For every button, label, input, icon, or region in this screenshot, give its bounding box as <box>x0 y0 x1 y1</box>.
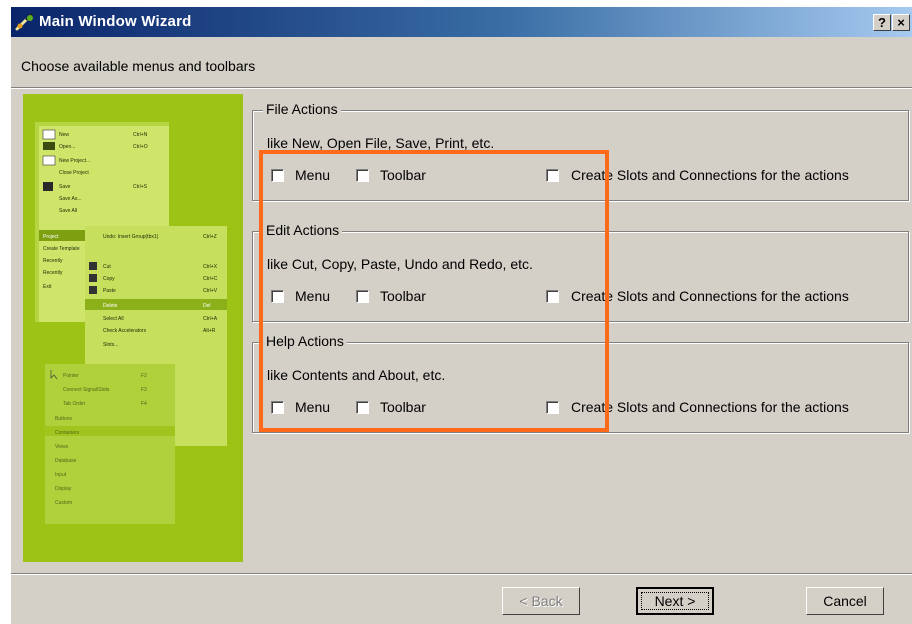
close-button[interactable]: × <box>892 14 910 31</box>
svg-text:Ctrl+N: Ctrl+N <box>133 132 148 138</box>
svg-text:Save All: Save All <box>59 208 77 214</box>
header-divider <box>11 87 912 89</box>
svg-text:Check Accelerators: Check Accelerators <box>103 328 147 334</box>
svg-text:Containers: Containers <box>55 430 80 436</box>
help-slots-label[interactable]: Create Slots and Connections for the act… <box>571 399 849 415</box>
svg-text:F2: F2 <box>141 373 147 379</box>
svg-text:Connect Signal/Slots: Connect Signal/Slots <box>63 387 110 393</box>
footer-divider <box>11 573 912 575</box>
edit-toolbar-checkbox[interactable] <box>356 290 369 303</box>
svg-text:Pointer: Pointer <box>63 373 79 379</box>
svg-text:Close Project: Close Project <box>59 170 89 176</box>
wizard-window: Main Window Wizard ? × Choose available … <box>10 6 912 624</box>
file-actions-group: File Actions like New, Open File, Save, … <box>252 101 909 201</box>
svg-text:Tab Order: Tab Order <box>63 401 86 407</box>
svg-text:Undo: Insert Group(tbx1): Undo: Insert Group(tbx1) <box>103 234 159 240</box>
svg-text:Delete: Delete <box>103 303 118 309</box>
svg-text:Custom: Custom <box>55 500 72 506</box>
help-actions-group: Help Actions like Contents and About, et… <box>252 333 909 433</box>
svg-text:Exit: Exit <box>43 284 52 290</box>
help-button[interactable]: ? <box>873 14 891 31</box>
svg-text:Recently: Recently <box>43 270 63 276</box>
svg-text:Save As...: Save As... <box>59 196 82 202</box>
group-description: like Contents and About, etc. <box>267 367 446 383</box>
svg-text:Ctrl+A: Ctrl+A <box>203 316 218 322</box>
edit-menu-label[interactable]: Menu <box>295 288 330 304</box>
wand-icon <box>15 13 33 31</box>
group-title: Help Actions <box>263 333 347 349</box>
svg-text:Database: Database <box>55 458 77 464</box>
svg-text:Slots...: Slots... <box>103 342 118 348</box>
file-menu-checkbox[interactable] <box>271 169 284 182</box>
group-title: File Actions <box>263 101 341 117</box>
file-slots-checkbox[interactable] <box>546 169 559 182</box>
menu-illustration-graphic: New Ctrl+N Open... Ctrl+O New Project...… <box>35 122 227 524</box>
svg-text:Ctrl+X: Ctrl+X <box>203 264 218 270</box>
svg-text:Ctrl+O: Ctrl+O <box>133 144 148 150</box>
group-description: like Cut, Copy, Paste, Undo and Redo, et… <box>267 256 533 272</box>
svg-text:Recently: Recently <box>43 258 63 264</box>
svg-text:Ctrl+V: Ctrl+V <box>203 288 218 294</box>
svg-text:F3: F3 <box>141 387 147 393</box>
svg-text:Buttons: Buttons <box>55 416 72 422</box>
file-toolbar-label[interactable]: Toolbar <box>380 167 426 183</box>
focus-rect <box>641 592 709 610</box>
svg-text:Select All: Select All <box>103 316 124 322</box>
group-title: Edit Actions <box>263 222 343 238</box>
edit-menu-checkbox[interactable] <box>271 290 284 303</box>
page-subtitle: Choose available menus and toolbars <box>21 58 256 74</box>
help-menu-checkbox[interactable] <box>271 401 284 414</box>
svg-text:Open...: Open... <box>59 144 75 150</box>
edit-slots-checkbox[interactable] <box>546 290 559 303</box>
next-button[interactable]: Next > <box>636 587 714 615</box>
file-toolbar-checkbox[interactable] <box>356 169 369 182</box>
edit-actions-group: Edit Actions like Cut, Copy, Paste, Undo… <box>252 222 909 322</box>
svg-text:Save: Save <box>59 184 71 190</box>
svg-text:Display: Display <box>55 486 72 492</box>
svg-text:Ctrl+S: Ctrl+S <box>133 184 148 190</box>
edit-slots-label[interactable]: Create Slots and Connections for the act… <box>571 288 849 304</box>
svg-text:F4: F4 <box>141 401 147 407</box>
file-menu-label[interactable]: Menu <box>295 167 330 183</box>
svg-text:Create Template: Create Template <box>43 246 80 252</box>
svg-text:Project: Project <box>43 234 59 240</box>
edit-toolbar-label[interactable]: Toolbar <box>380 288 426 304</box>
wizard-illustration: New Ctrl+N Open... Ctrl+O New Project...… <box>23 94 243 562</box>
title-bar[interactable]: Main Window Wizard ? × <box>11 7 912 37</box>
svg-text:Ctrl+Z: Ctrl+Z <box>203 234 217 240</box>
svg-text:New Project...: New Project... <box>59 158 90 164</box>
svg-text:Copy: Copy <box>103 276 115 282</box>
illus-item: New <box>59 132 69 138</box>
svg-text:Alt+R: Alt+R <box>203 328 216 334</box>
svg-text:Del: Del <box>203 303 211 309</box>
svg-text:Input: Input <box>55 472 67 478</box>
cancel-button[interactable]: Cancel <box>806 587 884 615</box>
window-title: Main Window Wizard <box>39 13 192 30</box>
svg-text:Paste: Paste <box>103 288 116 294</box>
help-toolbar-checkbox[interactable] <box>356 401 369 414</box>
svg-text:Ctrl+C: Ctrl+C <box>203 276 218 282</box>
help-menu-label[interactable]: Menu <box>295 399 330 415</box>
help-toolbar-label[interactable]: Toolbar <box>380 399 426 415</box>
svg-text:Cut: Cut <box>103 264 111 270</box>
svg-text:Views: Views <box>55 444 69 450</box>
help-slots-checkbox[interactable] <box>546 401 559 414</box>
file-slots-label[interactable]: Create Slots and Connections for the act… <box>571 167 849 183</box>
back-button[interactable]: < Back <box>502 587 580 615</box>
group-description: like New, Open File, Save, Print, etc. <box>267 135 495 151</box>
